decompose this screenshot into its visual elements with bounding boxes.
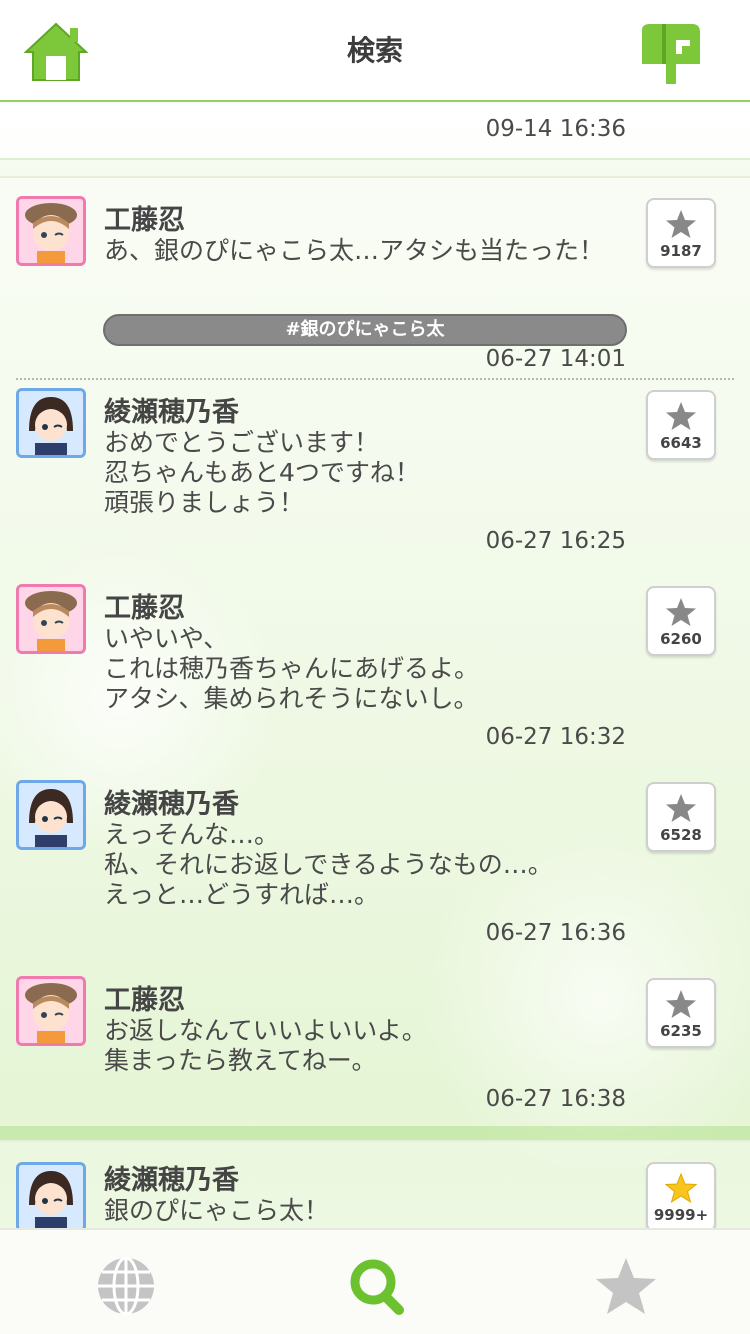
avatar-image (19, 391, 83, 455)
favorite-count: 6643 (660, 434, 702, 452)
previous-post-card[interactable]: 09-14 16:36 (0, 104, 750, 160)
post-text: あ、銀のぴにゃこら太…アタシも当たった！ (104, 236, 605, 265)
post-text: いやいや、 これは穂乃香ちゃんにあげるよ。 アタシ、集められそうにないし。 (104, 624, 480, 713)
mailbox-button[interactable] (636, 22, 702, 84)
author-name: 綾瀬穂乃香 (104, 789, 239, 820)
post-text: おめでとうございます！ 忍ちゃんもあと4つですね！ 頑張りましょう！ (104, 428, 420, 517)
thread-separator (0, 1126, 750, 1140)
timestamp: 06-27 16:36 (485, 920, 626, 946)
tab-favorites[interactable] (594, 1254, 658, 1318)
tab-search[interactable] (343, 1254, 407, 1318)
avatar-kudo[interactable] (16, 196, 86, 266)
favorite-button[interactable]: 6235 (646, 978, 716, 1048)
avatar-image (19, 979, 83, 1043)
avatar-ayase[interactable] (16, 780, 86, 850)
star-filled-icon (665, 1172, 697, 1204)
header-bar: 検索 (0, 0, 750, 102)
globe-icon (98, 1256, 154, 1316)
avatar-ayase[interactable] (16, 1162, 86, 1228)
timestamp: 06-27 16:38 (485, 1086, 626, 1112)
favorite-button[interactable]: 6260 (646, 586, 716, 656)
timeline[interactable]: 09-14 16:36 工藤忍 あ、銀のぴにゃこら太…アタシも当たった！ #銀の… (0, 104, 750, 1228)
star-icon (596, 1258, 656, 1314)
author-name: 工藤忍 (104, 205, 185, 236)
author-name: 綾瀬穂乃香 (104, 1165, 239, 1196)
timestamp: 06-27 16:32 (485, 724, 626, 750)
favorite-button[interactable]: 6528 (646, 782, 716, 852)
timestamp: 06-27 16:25 (485, 528, 626, 554)
avatar-image (19, 199, 83, 263)
mailbox-icon (642, 24, 700, 84)
tab-world[interactable] (94, 1254, 158, 1318)
favorite-count: 6260 (660, 630, 702, 648)
star-icon (666, 402, 696, 430)
favorite-count: 9999+ (653, 1206, 709, 1224)
author-name: 工藤忍 (104, 593, 185, 624)
post-text: お返しなんていいよいいよ。 集まったら教えてねー。 (104, 1016, 427, 1075)
star-icon (666, 598, 696, 626)
star-icon (666, 210, 696, 238)
star-icon (666, 990, 696, 1018)
avatar-kudo[interactable] (16, 976, 86, 1046)
thread-card: 工藤忍 あ、銀のぴにゃこら太…アタシも当たった！ #銀のぴにゃこら太 06-27… (0, 176, 750, 1126)
avatar-image (19, 1165, 83, 1228)
author-name: 綾瀬穂乃香 (104, 397, 239, 428)
favorite-count: 6235 (660, 1022, 702, 1040)
tab-bar (0, 1228, 750, 1334)
favorite-count: 6528 (660, 826, 702, 844)
favorite-count: 9187 (660, 242, 702, 260)
post-text: えっそんな…。 私、それにお返しできるようなもの…。 えっと…どうすれば…。 (104, 820, 553, 909)
author-name: 工藤忍 (104, 985, 185, 1016)
hashtag-button[interactable]: #銀のぴにゃこら太 (103, 314, 627, 346)
next-thread-card: 綾瀬穂乃香 銀のぴにゃこら太！ 9999+ (0, 1140, 750, 1228)
post-divider (16, 378, 734, 380)
favorite-button[interactable]: 6643 (646, 390, 716, 460)
timestamp: 06-27 14:01 (485, 346, 626, 372)
star-icon (666, 794, 696, 822)
avatar-kudo[interactable] (16, 584, 86, 654)
home-button[interactable] (23, 20, 89, 84)
favorite-button[interactable]: 9187 (646, 198, 716, 268)
avatar-image (19, 783, 83, 847)
favorite-button[interactable]: 9999+ (646, 1162, 716, 1228)
timestamp: 09-14 16:36 (485, 116, 626, 142)
post-text: 銀のぴにゃこら太！ (104, 1196, 330, 1225)
avatar-image (19, 587, 83, 651)
search-icon (350, 1259, 404, 1315)
home-icon (23, 22, 89, 81)
avatar-ayase[interactable] (16, 388, 86, 458)
